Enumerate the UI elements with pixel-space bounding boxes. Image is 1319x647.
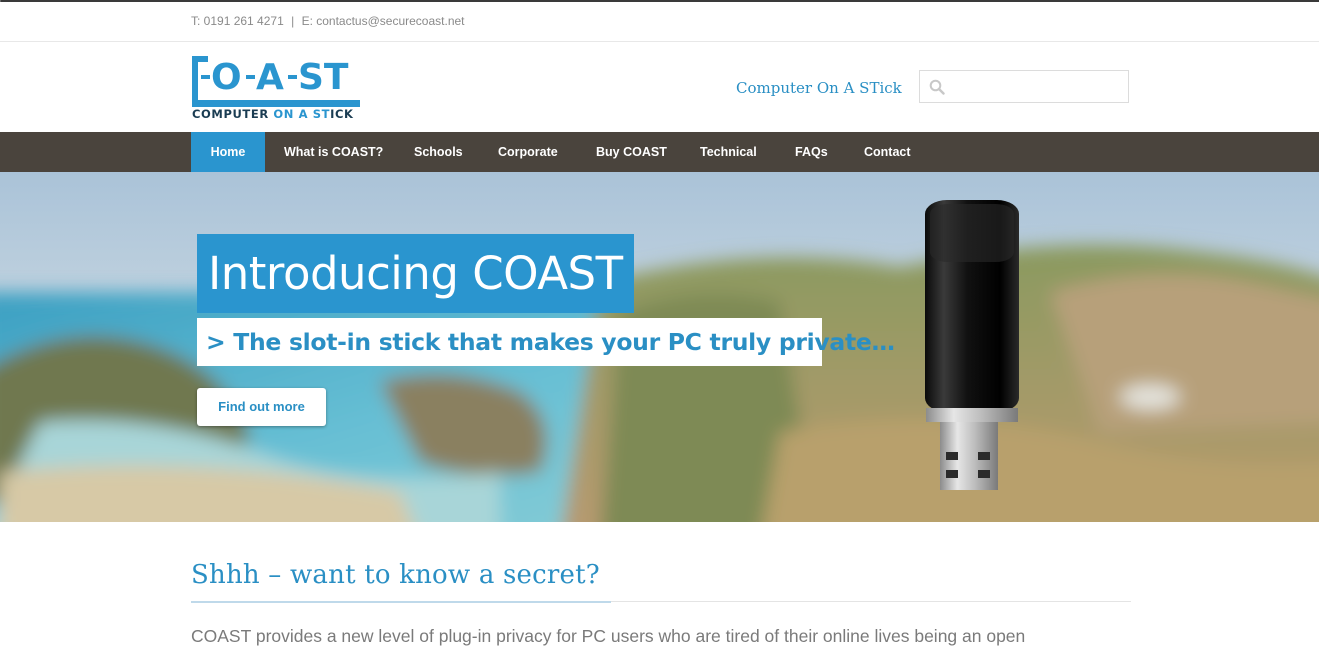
hero-title: Introducing COAST (197, 234, 634, 313)
find-out-more-button[interactable]: Find out more (197, 388, 326, 426)
contact-separator: | (291, 14, 295, 28)
email-address[interactable]: E: contactus@securecoast.net (302, 14, 465, 28)
logo-letter-a: A (256, 57, 284, 98)
nav-buy-coast[interactable]: Buy COAST (596, 132, 667, 172)
search-icon (929, 79, 945, 95)
nav-technical[interactable]: Technical (700, 132, 757, 172)
nav-what-is-coast[interactable]: What is COAST? (284, 132, 383, 172)
section-heading: Shhh – want to know a secret? (191, 560, 600, 590)
nav-home[interactable]: Home (191, 132, 265, 172)
contact-info: T: 0191 261 4271 | E: contactus@secureco… (191, 14, 465, 28)
heading-divider-accent (191, 601, 611, 603)
logo-subtitle: COMPUTER ON A STICK (192, 107, 354, 120)
hero-banner: Introducing COAST > The slot-in stick th… (0, 172, 1319, 522)
nav-corporate[interactable]: Corporate (498, 132, 558, 172)
hero-subtitle: > The slot-in stick that makes your PC t… (197, 318, 895, 366)
main-nav: Home What is COAST? Schools Corporate Bu… (0, 132, 1319, 172)
intro-paragraph: COAST provides a new level of plug-in pr… (191, 626, 1026, 646)
phone-number: T: 0191 261 4271 (191, 14, 284, 28)
coast-logo[interactable]: C O A ST COMPUTER ON A STICK (190, 50, 370, 120)
usb-stick-image (925, 200, 1019, 490)
site-header: C O A ST COMPUTER ON A STICK Computer On… (0, 42, 1319, 132)
nav-schools[interactable]: Schools (414, 132, 463, 172)
search-input[interactable] (950, 75, 1124, 100)
nav-faqs[interactable]: FAQs (795, 132, 828, 172)
nav-contact[interactable]: Contact (864, 132, 911, 172)
logo-letters-st: ST (298, 57, 349, 98)
contact-bar: T: 0191 261 4271 | E: contactus@secureco… (0, 2, 1319, 42)
main-content: Shhh – want to know a secret? COAST prov… (0, 522, 1319, 646)
logo-letter-o: O (211, 57, 242, 98)
search-box[interactable] (919, 70, 1129, 103)
site-tagline: Computer On A STick (736, 79, 902, 97)
